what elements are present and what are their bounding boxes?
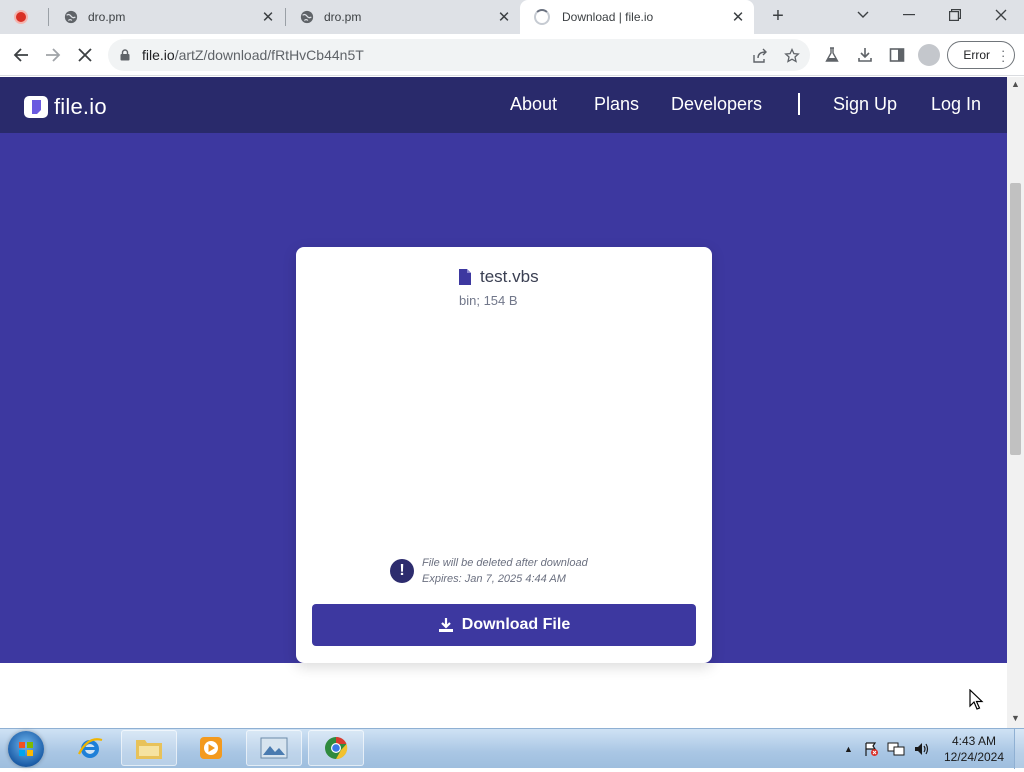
- bookmark-star-icon[interactable]: [782, 46, 802, 66]
- internet-explorer-icon: [78, 738, 103, 758]
- download-icon: [438, 617, 454, 633]
- download-file-button[interactable]: Download File: [312, 604, 696, 646]
- volume-icon[interactable]: [913, 741, 931, 757]
- page-scrollbar[interactable]: ▲ ▼: [1007, 77, 1024, 728]
- show-hidden-icons-arrow-icon[interactable]: ▲: [844, 744, 853, 754]
- loading-spinner-icon: [534, 9, 550, 25]
- scroll-down-arrow-icon[interactable]: ▼: [1011, 713, 1020, 723]
- browser-toolbar: file.io/artZ/download/fRtHvCb44n5T Error…: [0, 34, 1024, 76]
- back-button[interactable]: [8, 42, 34, 68]
- taskbar-file-explorer[interactable]: [121, 730, 177, 766]
- download-button-label: Download File: [461, 616, 571, 633]
- windows-logo-icon: [19, 742, 33, 756]
- file-name: test.vbs: [480, 267, 539, 286]
- nav-plans[interactable]: Plans: [594, 94, 639, 115]
- taskbar-media-player[interactable]: [183, 730, 239, 766]
- stop-icon: [78, 48, 92, 62]
- tab-recording[interactable]: [0, 0, 48, 34]
- restore-icon: [949, 9, 961, 21]
- nav-sign-up[interactable]: Sign Up: [833, 94, 897, 115]
- globe-icon: [300, 10, 314, 24]
- tab-dro-pm-2[interactable]: dro.pm ✕: [286, 0, 520, 34]
- tab-dro-pm-1[interactable]: dro.pm ✕: [50, 0, 284, 34]
- start-button[interactable]: [8, 731, 44, 767]
- url-path: /artZ/download/fRtHvCb44n5T: [174, 47, 364, 63]
- arrow-left-icon: [13, 48, 28, 62]
- exclamation-icon: !: [390, 559, 414, 583]
- page-viewport: file.io About Plans Developers Sign Up L…: [0, 77, 1007, 728]
- picture-icon: [260, 737, 288, 759]
- tab-strip: dro.pm ✕ dro.pm ✕ Download | file.io ✕ +: [0, 0, 1024, 34]
- minimize-button[interactable]: [886, 0, 932, 30]
- tab-close-icon[interactable]: ✕: [258, 8, 278, 26]
- download-card: test.vbs bin; 154 B ! File will be delet…: [296, 247, 712, 663]
- profile-avatar-icon[interactable]: [918, 44, 940, 66]
- taskbar-image-viewer[interactable]: [246, 730, 302, 766]
- share-icon[interactable]: [750, 46, 770, 66]
- notice-expires-line: Expires: Jan 7, 2025 4:44 AM: [422, 573, 566, 585]
- deletion-notice: ! File will be deleted after download Ex…: [390, 555, 588, 587]
- clock-date: 12/24/2024: [943, 750, 1005, 764]
- notice-text: File will be deleted after download Expi…: [422, 555, 588, 587]
- tab-title: dro.pm: [324, 10, 362, 24]
- tab-close-icon[interactable]: ✕: [728, 8, 748, 26]
- nav-log-in[interactable]: Log In: [931, 94, 981, 115]
- close-window-button[interactable]: [978, 0, 1024, 30]
- nav-about[interactable]: About: [510, 94, 557, 115]
- profile-error-label: Error: [963, 48, 990, 62]
- chevron-down-icon: [857, 11, 869, 18]
- new-tab-button[interactable]: +: [766, 5, 790, 29]
- scroll-thumb[interactable]: [1010, 183, 1021, 455]
- clock-time: 4:43 AM: [951, 734, 997, 748]
- more-menu-icon: · · ·: [1001, 43, 1006, 68]
- tab-title: dro.pm: [88, 10, 126, 24]
- minimize-icon: [903, 14, 915, 16]
- address-bar[interactable]: file.io/artZ/download/fRtHvCb44n5T: [108, 39, 810, 71]
- tab-search-button[interactable]: [840, 0, 886, 30]
- tab-separator: [48, 8, 49, 26]
- file-io-logo-icon: [24, 96, 48, 118]
- network-icon[interactable]: [887, 741, 905, 757]
- nav-developers[interactable]: Developers: [671, 94, 762, 115]
- taskbar-clock[interactable]: 4:43 AM 12/24/2024: [938, 733, 1010, 765]
- taskbar-chrome[interactable]: [308, 730, 364, 766]
- lock-icon: [120, 49, 142, 61]
- scroll-up-arrow-icon[interactable]: ▲: [1011, 79, 1020, 89]
- globe-icon: [64, 10, 78, 24]
- mouse-cursor-icon: [969, 689, 984, 710]
- labs-flask-icon[interactable]: [821, 44, 843, 66]
- side-panel-icon[interactable]: [886, 44, 908, 66]
- forward-button[interactable]: [40, 42, 66, 68]
- tab-file-io-download[interactable]: Download | file.io ✕: [520, 0, 754, 34]
- logo-text: file.io: [54, 94, 107, 119]
- recording-dot-icon: [14, 10, 28, 24]
- show-desktop-button[interactable]: [1014, 729, 1024, 769]
- file-meta: bin; 154 B: [459, 293, 518, 308]
- url-host: file.io: [142, 47, 175, 63]
- stop-loading-button[interactable]: [72, 42, 98, 68]
- tab-title: Download | file.io: [562, 10, 654, 24]
- notice-delete-line: File will be deleted after download: [422, 557, 588, 569]
- windows-taskbar: ▲ 4:43 AM 12/24/2024: [0, 728, 1024, 769]
- taskbar-internet-explorer[interactable]: [62, 730, 118, 766]
- nav-divider: [798, 93, 800, 115]
- file-icon: [459, 269, 471, 285]
- chrome-icon: [325, 736, 348, 760]
- close-icon: [995, 9, 1007, 21]
- site-header: file.io About Plans Developers Sign Up L…: [0, 77, 1007, 133]
- profile-error-button[interactable]: Error · · ·: [947, 41, 1015, 69]
- arrow-right-icon: [46, 48, 61, 62]
- site-logo[interactable]: file.io: [24, 94, 107, 120]
- folder-icon: [136, 740, 162, 759]
- restore-button[interactable]: [932, 0, 978, 30]
- action-center-flag-icon[interactable]: [863, 741, 879, 757]
- file-name-row: test.vbs: [458, 267, 539, 287]
- system-tray: ▲: [844, 729, 931, 769]
- tab-close-icon[interactable]: ✕: [494, 8, 514, 26]
- media-player-icon: [200, 737, 222, 759]
- downloads-icon[interactable]: [854, 44, 876, 66]
